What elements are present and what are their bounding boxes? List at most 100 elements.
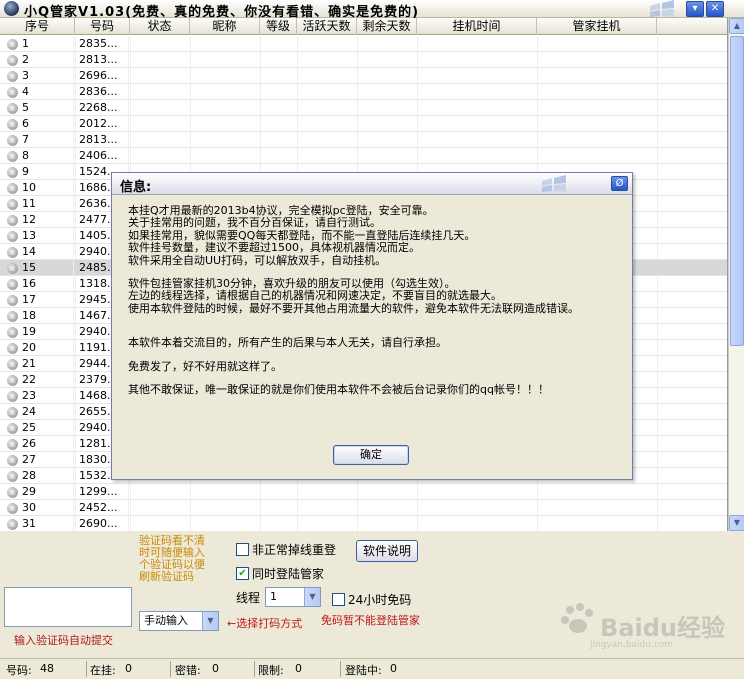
table-row[interactable]: × 31 2690... bbox=[0, 516, 727, 531]
reconnect-checkbox[interactable]: 非正常掉线重登 bbox=[236, 541, 336, 558]
offline-status-icon: × bbox=[7, 327, 18, 338]
table-row[interactable]: × 30 2452... bbox=[0, 500, 727, 516]
table-row[interactable]: × 1 2835... bbox=[0, 36, 727, 52]
table-row[interactable]: × 5 2268... bbox=[0, 100, 727, 116]
thread-select[interactable]: 1 ▼ bbox=[265, 587, 321, 607]
column-header-remaining-days[interactable]: 剩余天数 bbox=[357, 18, 417, 35]
free-code-note: 免码暂不能登陆管家 bbox=[321, 614, 420, 627]
offline-status-icon: × bbox=[7, 279, 18, 290]
column-header-level[interactable]: 等级 bbox=[260, 18, 297, 35]
column-header-active-days[interactable]: 活跃天数 bbox=[297, 18, 357, 35]
scroll-up-arrow-icon[interactable]: ▲ bbox=[729, 18, 744, 34]
row-qq-number: 2406... bbox=[79, 148, 129, 164]
table-scrollbar[interactable]: ▲ ▼ bbox=[728, 18, 744, 531]
windows-logo-icon bbox=[542, 175, 566, 192]
row-index: 14 bbox=[22, 244, 74, 260]
status-limit-label: 限制: bbox=[258, 664, 284, 677]
offline-status-icon: × bbox=[7, 71, 18, 82]
row-index: 22 bbox=[22, 372, 74, 388]
dialog-line: 本软件本着交流目的，所有产生的后果与本人无关，请自行承担。 bbox=[128, 336, 447, 350]
title-bar: 小Q管家V1.03(免费、真的免费、你没有看错、确实是免费的) ▾ ✕ bbox=[0, 0, 744, 20]
free-code-checkbox-box[interactable] bbox=[332, 593, 345, 606]
column-header-manager-online[interactable]: 管家挂机 bbox=[537, 18, 657, 35]
table-row[interactable]: × 2 2813... bbox=[0, 52, 727, 68]
dialog-line: 左边的线程选择，请根据自己的机器情况和网速决定，不要盲目的就选最大。 bbox=[128, 289, 502, 303]
table-row[interactable]: × 29 1299... bbox=[0, 484, 727, 500]
row-index: 18 bbox=[22, 308, 74, 324]
column-header-nickname[interactable]: 昵称 bbox=[190, 18, 260, 35]
info-dialog: 信息: Ø 本挂Q才用最新的2013b4协议，完全模拟pc登陆，安全可靠。 关于挂… bbox=[111, 172, 633, 480]
offline-status-icon: × bbox=[7, 231, 18, 242]
offline-status-icon: × bbox=[7, 423, 18, 434]
chevron-down-icon[interactable]: ▼ bbox=[304, 588, 320, 606]
row-index: 24 bbox=[22, 404, 74, 420]
scroll-thumb[interactable] bbox=[730, 36, 744, 346]
watermark-url: jingyan.baidu.com bbox=[590, 640, 674, 650]
offline-status-icon: × bbox=[7, 455, 18, 466]
row-qq-number: 2268... bbox=[79, 100, 129, 116]
row-qq-number: 2690... bbox=[79, 516, 129, 531]
table-row[interactable]: × 6 2012... bbox=[0, 116, 727, 132]
status-count-label: 号码: bbox=[6, 664, 32, 677]
offline-status-icon: × bbox=[7, 295, 18, 306]
row-index: 7 bbox=[22, 132, 74, 148]
help-button[interactable]: 软件说明 bbox=[356, 540, 418, 562]
scroll-down-arrow-icon[interactable]: ▼ bbox=[729, 515, 744, 531]
chevron-down-icon[interactable]: ▼ bbox=[202, 612, 218, 630]
table-row[interactable]: × 3 2696... bbox=[0, 68, 727, 84]
captcha-input[interactable] bbox=[4, 587, 132, 627]
row-qq-number: 1299... bbox=[79, 484, 129, 500]
table-row[interactable]: × 4 2836... bbox=[0, 84, 727, 100]
offline-status-icon: × bbox=[7, 103, 18, 114]
dialog-line: 免费发了，好不好用就这样了。 bbox=[128, 359, 282, 373]
offline-status-icon: × bbox=[7, 247, 18, 258]
row-index: 11 bbox=[22, 196, 74, 212]
reconnect-checkbox-box[interactable] bbox=[236, 543, 249, 556]
offline-status-icon: × bbox=[7, 87, 18, 98]
offline-status-icon: × bbox=[7, 359, 18, 370]
offline-status-icon: × bbox=[7, 55, 18, 66]
baidu-watermark: Baidu经验 jingyan.baidu.com bbox=[560, 580, 740, 660]
offline-status-icon: × bbox=[7, 375, 18, 386]
row-qq-number: 2835... bbox=[79, 36, 129, 52]
offline-status-icon: × bbox=[7, 215, 18, 226]
row-index: 10 bbox=[22, 180, 74, 196]
table-row[interactable]: × 8 2406... bbox=[0, 148, 727, 164]
dialog-line: 使用本软件登陆的时候，最好不要开其他占用流量大的软件，避免本软件无法联网造成错误… bbox=[128, 301, 579, 315]
row-qq-number: 2452... bbox=[79, 500, 129, 516]
offline-status-icon: × bbox=[7, 519, 18, 530]
offline-status-icon: × bbox=[7, 471, 18, 482]
offline-status-icon: × bbox=[7, 119, 18, 130]
close-button[interactable]: ✕ bbox=[706, 1, 724, 17]
status-online-label: 在挂: bbox=[90, 664, 116, 677]
reconnect-label: 非正常掉线重登 bbox=[252, 543, 337, 557]
row-index: 27 bbox=[22, 452, 74, 468]
dialog-line: 软件挂号数量，建议不要超过1500，具体视机器情况而定。 bbox=[128, 241, 420, 255]
manager-checkbox[interactable]: ✔ 同时登陆管家 bbox=[236, 565, 324, 582]
offline-status-icon: × bbox=[7, 439, 18, 450]
row-index: 6 bbox=[22, 116, 74, 132]
status-pwd-err-label: 密错: bbox=[175, 664, 201, 677]
dialog-close-button[interactable]: Ø bbox=[611, 176, 628, 191]
status-count-value: 48 bbox=[40, 662, 54, 675]
thread-label: 线程 bbox=[236, 591, 261, 605]
manager-checkbox-box[interactable]: ✔ bbox=[236, 567, 249, 580]
minimize-button[interactable]: ▾ bbox=[686, 1, 704, 17]
input-mode-select[interactable]: 手动输入 ▼ bbox=[139, 611, 219, 631]
column-header-index[interactable]: 序号 bbox=[0, 18, 75, 35]
free-code-checkbox[interactable]: 24小时免码 bbox=[332, 591, 411, 608]
status-online-value: 0 bbox=[125, 662, 132, 675]
table-row[interactable]: × 7 2813... bbox=[0, 132, 727, 148]
offline-status-icon: × bbox=[7, 391, 18, 402]
column-header-status[interactable]: 状态 bbox=[130, 18, 190, 35]
row-qq-number: 2012... bbox=[79, 116, 129, 132]
status-logging-label: 登陆中: bbox=[345, 664, 382, 677]
column-header-qq[interactable]: 号码 bbox=[75, 18, 130, 35]
offline-status-icon: × bbox=[7, 263, 18, 274]
offline-status-icon: × bbox=[7, 503, 18, 514]
status-pwd-err-value: 0 bbox=[212, 662, 219, 675]
ok-button[interactable]: 确定 bbox=[333, 445, 409, 465]
row-qq-number: 2813... bbox=[79, 132, 129, 148]
dialog-title: 信息: bbox=[120, 180, 152, 195]
column-header-online-time[interactable]: 挂机时间 bbox=[417, 18, 537, 35]
